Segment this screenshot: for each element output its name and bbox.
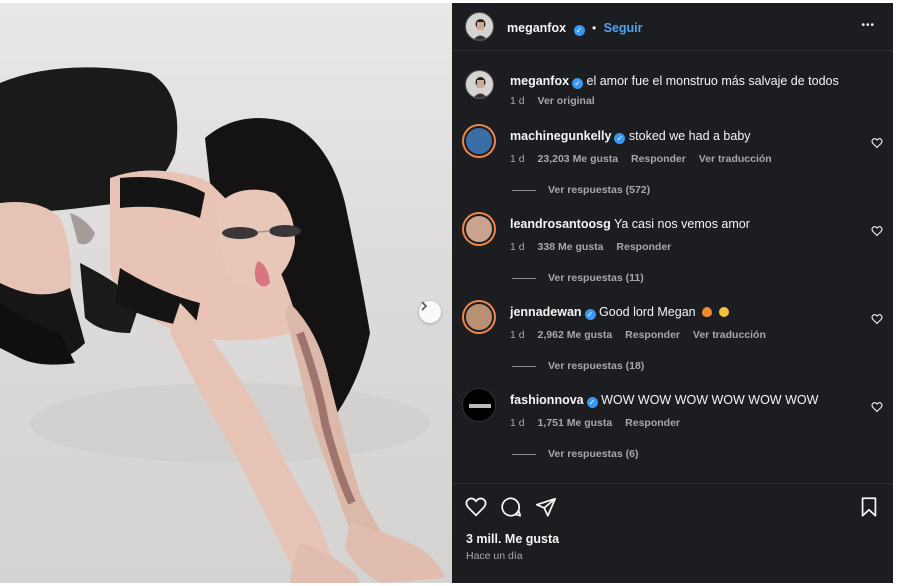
follow-button[interactable]: Seguir [604,21,643,35]
comment-time: 1 d [510,153,525,165]
caption: meganfox ✓ el amor fue el monstruo más sa… [462,68,887,114]
comment-likes[interactable]: 338 Me gusta [538,241,604,253]
chevron-right-icon [421,301,428,311]
caption-username[interactable]: meganfox [510,74,569,88]
comment-time: 1 d [510,241,525,253]
comment-text: stoked we had a baby [628,129,751,143]
see-original-link[interactable]: Ver original [538,95,595,107]
post-timestamp: Hace un día [466,550,523,562]
heart-icon[interactable] [871,313,883,325]
more-icon[interactable]: ••• [861,20,875,31]
commenter-username[interactable]: fashionnova [510,393,584,407]
view-replies-label: Ver respuestas (572) [548,184,651,196]
commenter-username[interactable]: machinegunkelly [510,129,611,143]
bookmark-icon[interactable] [858,496,880,518]
view-replies-button[interactable]: Ver respuestas (6) [512,448,638,460]
reply-button[interactable]: Responder [616,241,671,253]
author-avatar[interactable] [465,12,494,41]
heart-eyes-emoji-icon [718,307,729,317]
view-replies-button[interactable]: Ver respuestas (572) [512,184,650,196]
view-replies-button[interactable]: Ver respuestas (18) [512,360,644,372]
comment-text: Ya casi nos vemos amor [613,217,750,231]
comment-icon[interactable] [500,496,522,518]
comment-item: leandrosantoosg Ya casi nos vemos amor 1… [462,212,887,292]
post-image[interactable] [0,3,452,583]
translate-link[interactable]: Ver traducción [693,329,766,341]
verified-icon: ✓ [572,78,584,89]
comment-text: Good lord Megan [599,305,696,319]
author-username[interactable]: meganfox [507,21,566,35]
verified-icon: ✓ [586,397,598,408]
action-bar: 3 mill. Me gusta Hace un día [452,483,893,583]
commenter-username[interactable]: jennadewan [510,305,582,319]
commenter-avatar[interactable] [462,124,496,158]
heart-icon[interactable] [465,496,487,518]
instagram-post: meganfox ✓ • Seguir ••• meganfox ✓ el amo… [0,3,893,583]
post-header: meganfox ✓ • Seguir ••• [452,3,893,51]
reply-button[interactable]: Responder [631,153,686,165]
heart-icon[interactable] [871,225,883,237]
caption-time: 1 d [510,95,525,107]
commenter-username[interactable]: leandrosantoosg [510,217,611,231]
comments-panel: meganfox ✓ • Seguir ••• meganfox ✓ el amo… [452,3,893,583]
post-photo [0,67,445,583]
view-replies-label: Ver respuestas (6) [548,448,639,460]
view-replies-label: Ver respuestas (18) [548,360,645,372]
caption-text: el amor fue el monstruo más salvaje de t… [586,74,839,88]
comment-likes[interactable]: 1,751 Me gusta [538,417,613,429]
view-replies-label: Ver respuestas (11) [548,272,644,284]
reply-button[interactable]: Responder [625,329,680,341]
caption-avatar[interactable] [465,70,494,99]
separator-dot: • [591,21,597,35]
comment-item: jennadewan ✓ Good lord Megan 1 d 2,962 Me… [462,300,887,380]
comment-time: 1 d [510,329,525,341]
view-replies-button[interactable]: Ver respuestas (11) [512,272,644,284]
comment-likes[interactable]: 2,962 Me gusta [538,329,613,341]
comment-item: fashionnova ✓ WOW WOW WOW WOW WOW WOW 1 d… [462,388,887,468]
heart-icon[interactable] [871,401,883,413]
next-image-button[interactable] [419,301,441,323]
commenter-avatar[interactable] [462,388,496,422]
comment-time: 1 d [510,417,525,429]
verified-icon: ✓ [573,25,585,36]
fire-emoji-icon [702,307,713,317]
heart-icon[interactable] [871,137,883,149]
share-icon[interactable] [535,496,557,518]
verified-icon: ✓ [584,309,596,320]
comment-item: machinegunkelly ✓ stoked we had a baby 1 … [462,124,887,204]
comment-likes[interactable]: 23,203 Me gusta [538,153,619,165]
comment-text: WOW WOW WOW WOW WOW WOW [601,393,819,407]
likes-count[interactable]: 3 mill. Me gusta [466,532,559,546]
commenter-avatar[interactable] [462,300,496,334]
verified-icon: ✓ [614,133,626,144]
commenter-avatar[interactable] [462,212,496,246]
reply-button[interactable]: Responder [625,417,680,429]
translate-link[interactable]: Ver traducción [699,153,772,165]
